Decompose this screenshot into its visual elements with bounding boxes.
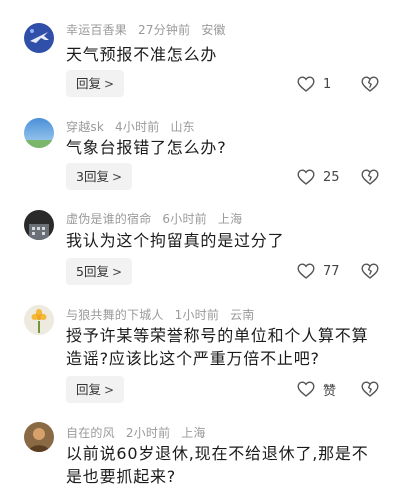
timestamp: 2小时前 <box>125 426 171 440</box>
heart-outline-icon <box>297 263 315 279</box>
chevron-right-icon: > <box>104 383 115 397</box>
username[interactable]: 与狼共舞的下城人 <box>66 308 164 322</box>
comment-text: 我认为这个拘留真的是过分了 <box>66 231 285 250</box>
comment-text: 天气预报不准怎么办 <box>66 45 218 64</box>
comment-meta: 与狼共舞的下城人 1小时前 云南 <box>66 306 261 323</box>
reply-label: 回复 <box>76 382 102 397</box>
airplane-avatar-icon[interactable] <box>24 23 54 53</box>
broken-heart-icon <box>361 76 379 92</box>
like-count: 77 <box>323 263 340 279</box>
like-count: 25 <box>323 169 340 185</box>
username[interactable]: 虚伪是谁的宿命 <box>66 212 151 226</box>
person-avatar-icon[interactable] <box>24 422 54 452</box>
like-count: 1 <box>323 76 332 92</box>
chevron-right-icon: > <box>111 265 123 279</box>
heart-outline-icon <box>297 169 315 185</box>
timestamp: 4小时前 <box>115 120 160 134</box>
location: 上海 <box>181 426 206 440</box>
broken-heart-icon <box>361 381 379 397</box>
dislike-button[interactable] <box>361 263 379 279</box>
comment-text: 授予许某等荣誉称号的单位和个人算不算造谣?应该比这个严重万倍不止吧? <box>66 326 369 368</box>
location: 上海 <box>217 212 243 226</box>
location: 山东 <box>170 120 195 134</box>
timestamp: 6小时前 <box>162 212 207 226</box>
chevron-right-icon: > <box>111 170 123 184</box>
timestamp: 27分钟前 <box>138 23 191 37</box>
like-button[interactable]: 1 <box>297 74 331 94</box>
heart-outline-icon <box>297 76 315 92</box>
comment-meta: 穿越sk 4小时前 山东 <box>66 118 202 135</box>
comment-meta: 自在的风 2小时前 上海 <box>66 424 213 441</box>
broken-heart-icon <box>361 263 379 279</box>
heart-outline-icon <box>297 381 315 397</box>
location: 安徽 <box>201 23 226 37</box>
username[interactable]: 穿越sk <box>66 120 104 134</box>
comment-text: 以前说60岁退休,现在不给退休了,那是不是也要抓起来? <box>66 444 369 486</box>
dislike-button[interactable] <box>361 76 379 92</box>
like-count: 赞 <box>323 383 337 399</box>
reply-button[interactable]: 回复 > <box>66 376 125 403</box>
dislike-button[interactable] <box>361 381 379 397</box>
reply-button[interactable]: 3回复 > <box>66 163 133 190</box>
reply-label: 3回复 <box>76 169 109 184</box>
building-avatar-icon[interactable] <box>24 210 54 240</box>
like-button[interactable]: 77 <box>297 261 340 281</box>
comment-meta: 虚伪是谁的宿命 6小时前 上海 <box>66 210 249 227</box>
reply-button[interactable]: 5回复 > <box>66 258 133 285</box>
flower-avatar-icon[interactable] <box>24 305 54 335</box>
chevron-right-icon: > <box>104 77 115 91</box>
sky-avatar-icon[interactable] <box>24 118 54 148</box>
comment-text: 气象台报错了怎么办? <box>66 138 227 157</box>
timestamp: 1小时前 <box>174 308 220 322</box>
like-button[interactable]: 25 <box>297 167 340 187</box>
username[interactable]: 幸运百香果 <box>66 23 127 37</box>
dislike-button[interactable] <box>361 169 379 185</box>
reply-label: 回复 <box>76 76 102 91</box>
comment-meta: 幸运百香果 27分钟前 安徽 <box>66 21 233 38</box>
broken-heart-icon <box>361 169 379 185</box>
reply-button[interactable]: 回复 > <box>66 70 125 97</box>
reply-label: 5回复 <box>76 264 109 279</box>
like-button[interactable]: 赞 <box>297 379 336 399</box>
username[interactable]: 自在的风 <box>66 426 115 440</box>
location: 云南 <box>230 308 255 322</box>
